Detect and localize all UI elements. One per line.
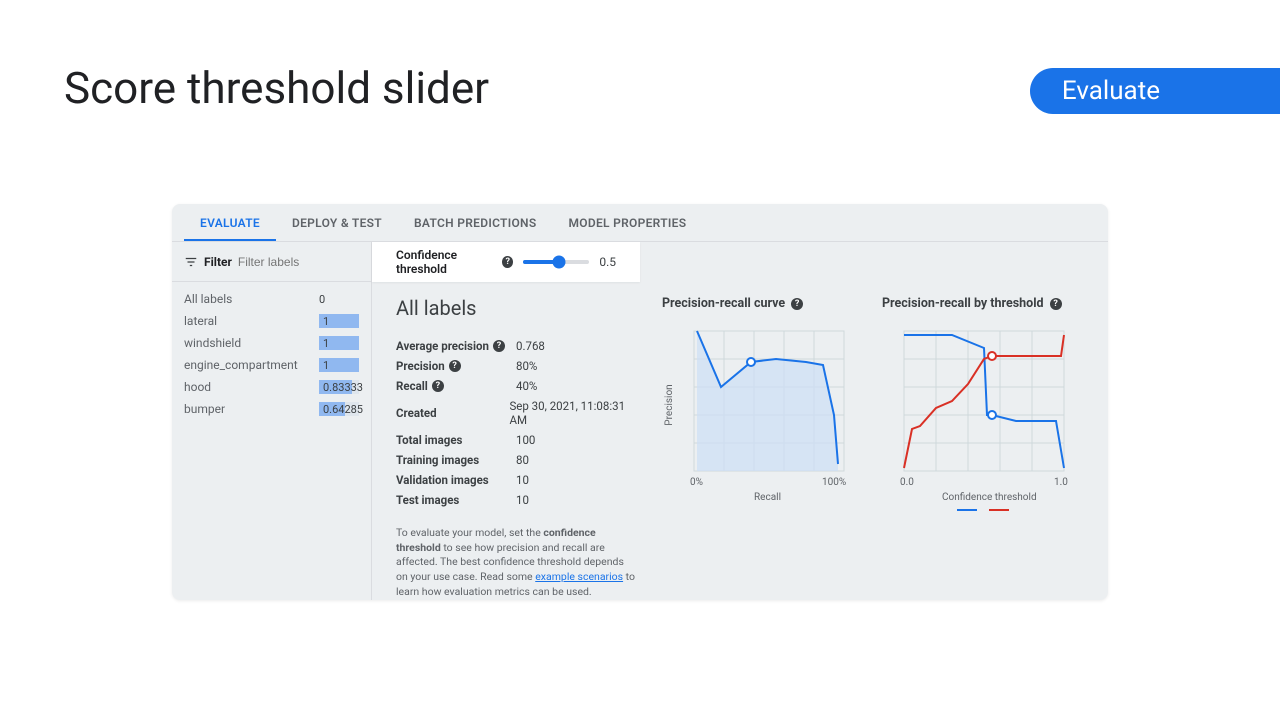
label-name: windshield <box>184 336 241 350</box>
metric-value: 10 <box>516 493 529 507</box>
metric-value: Sep 30, 2021, 11:08:31 AM <box>509 399 638 427</box>
metric-key: Test images <box>396 493 516 507</box>
label-score-bar: 1 <box>319 358 359 372</box>
svg-text:1.0: 1.0 <box>1054 477 1068 488</box>
precision-recall-curve-chart: Precision-recall curve ? <box>662 296 864 599</box>
metric-value: 40% <box>516 379 537 393</box>
precision-recall-by-threshold-chart: Precision-recall by threshold ? <box>882 296 1084 599</box>
confidence-threshold-value: 0.5 <box>599 255 616 269</box>
chart-legend <box>882 509 1084 511</box>
metric-key: Validation images <box>396 473 516 487</box>
chart-title: Precision-recall curve <box>662 296 785 311</box>
label-row[interactable]: windshield 1 <box>172 332 371 354</box>
help-icon[interactable]: ? <box>493 340 505 352</box>
tab-deploy-test[interactable]: DEPLOY & TEST <box>276 204 398 241</box>
metric-key: Average precision? <box>396 339 516 353</box>
example-scenarios-link[interactable]: example scenarios <box>535 570 623 583</box>
metric-value: 100 <box>516 433 535 447</box>
label-row[interactable]: engine_compartment 1 <box>172 354 371 376</box>
stage-badge: Evaluate <box>1030 68 1280 114</box>
svg-text:0%: 0% <box>690 477 703 488</box>
slider-thumb[interactable] <box>553 256 566 269</box>
metric-row: Test images10 <box>396 490 638 510</box>
metric-row: Average precision?0.768 <box>396 336 638 356</box>
label-row[interactable]: hood 0.83333 <box>172 376 371 398</box>
help-icon[interactable]: ? <box>449 360 461 372</box>
metric-key: Total images <box>396 433 516 447</box>
filter-icon <box>184 255 198 269</box>
label-row[interactable]: bumper 0.64285 <box>172 398 371 420</box>
metric-row: Training images80 <box>396 450 638 470</box>
metric-value: 0.768 <box>516 339 545 353</box>
legend-recall <box>989 509 1009 511</box>
confidence-threshold-control: Confidence threshold ? 0.5 <box>372 242 640 282</box>
label-name: All labels <box>184 292 232 306</box>
filter-input[interactable] <box>238 255 318 269</box>
label-score-bar: 0 <box>319 292 359 306</box>
label-score-bar: 1 <box>319 314 359 328</box>
metric-key: Recall? <box>396 379 516 393</box>
label-score-bar: 0.64285 <box>319 402 359 416</box>
metric-row: Total images100 <box>396 430 638 450</box>
evaluation-panel: EVALUATE DEPLOY & TEST BATCH PREDICTIONS… <box>172 204 1108 600</box>
label-name: hood <box>184 380 211 394</box>
label-name: bumper <box>184 402 225 416</box>
svg-text:100%: 100% <box>822 477 846 488</box>
legend-precision <box>957 509 977 511</box>
help-icon[interactable]: ? <box>502 256 512 268</box>
tab-evaluate[interactable]: EVALUATE <box>184 204 276 241</box>
tab-model-properties[interactable]: MODEL PROPERTIES <box>552 204 702 241</box>
main-content: Confidence threshold ? 0.5 All labels Av… <box>372 242 1108 600</box>
help-icon[interactable]: ? <box>791 298 803 310</box>
labels-sidebar: Filter All labels0lateral1windshield1eng… <box>172 242 372 600</box>
help-icon[interactable]: ? <box>1050 298 1062 310</box>
metric-value: 10 <box>516 473 529 487</box>
label-score-bar: 1 <box>319 336 359 350</box>
metric-row: CreatedSep 30, 2021, 11:08:31 AM <box>396 396 638 430</box>
metrics-column: All labels Average precision?0.768Precis… <box>396 296 638 599</box>
slide-title: Score threshold slider <box>64 62 489 114</box>
metric-key: Precision? <box>396 359 516 373</box>
svg-text:Confidence threshold: Confidence threshold <box>942 491 1037 503</box>
metric-row: Validation images10 <box>396 470 638 490</box>
tab-batch-predictions[interactable]: BATCH PREDICTIONS <box>398 204 553 241</box>
metric-key: Training images <box>396 453 516 467</box>
label-row[interactable]: lateral 1 <box>172 310 371 332</box>
svg-text:Precision: Precision <box>664 384 675 425</box>
help-icon[interactable]: ? <box>432 380 444 392</box>
metric-value: 80 <box>516 453 529 467</box>
chart-title: Precision-recall by threshold <box>882 296 1044 311</box>
filter-label: Filter <box>204 255 232 269</box>
svg-text:0.0: 0.0 <box>900 477 914 488</box>
label-name: engine_compartment <box>184 358 298 372</box>
label-row[interactable]: All labels 0 <box>172 288 371 310</box>
metrics-title: All labels <box>396 296 638 320</box>
metric-value: 80% <box>516 359 537 373</box>
evaluation-help-text: To evaluate your model, set the confiden… <box>396 526 638 599</box>
svg-text:Recall: Recall <box>754 492 781 503</box>
metric-key: Created <box>396 399 509 427</box>
label-name: lateral <box>184 314 217 328</box>
confidence-threshold-label: Confidence threshold <box>396 248 496 276</box>
confidence-threshold-slider[interactable] <box>523 260 589 264</box>
label-score-bar: 0.83333 <box>319 380 359 394</box>
metric-row: Recall?40% <box>396 376 638 396</box>
metric-row: Precision?80% <box>396 356 638 376</box>
tab-bar: EVALUATE DEPLOY & TEST BATCH PREDICTIONS… <box>172 204 1108 242</box>
